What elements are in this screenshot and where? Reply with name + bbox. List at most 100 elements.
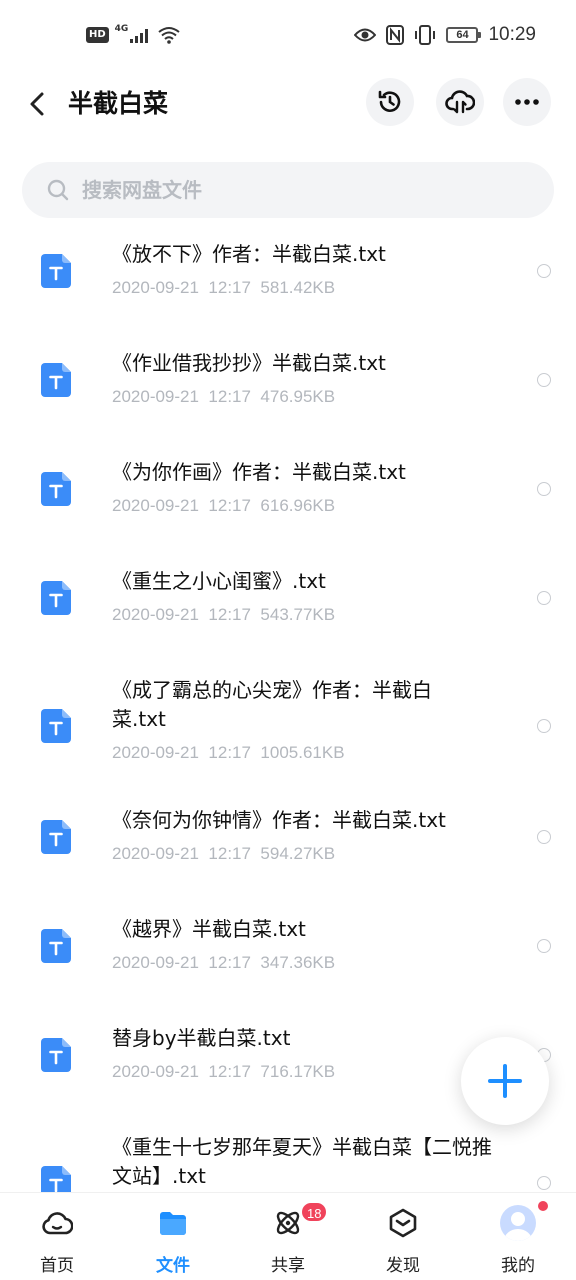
chevron-left-icon bbox=[30, 92, 44, 116]
network-type: 4G bbox=[114, 24, 129, 34]
file-size: 1005.61KB bbox=[260, 743, 345, 762]
file-size: 616.96KB bbox=[260, 496, 336, 515]
tab-files[interactable]: 文件 bbox=[133, 1193, 213, 1280]
select-radio[interactable] bbox=[537, 591, 551, 605]
file-row[interactable]: 《重生之小心闺蜜》.txt 2020-09-21 12:17 543.77KB bbox=[0, 553, 576, 662]
file-name: 《重生之小心闺蜜》.txt bbox=[112, 569, 326, 593]
file-time: 12:17 bbox=[208, 278, 251, 297]
history-icon bbox=[378, 90, 401, 112]
text-file-icon bbox=[41, 363, 71, 397]
select-radio[interactable] bbox=[537, 264, 551, 278]
notification-dot bbox=[538, 1201, 548, 1211]
text-file-icon bbox=[41, 929, 71, 963]
add-button[interactable] bbox=[461, 1037, 549, 1125]
file-name: 《作业借我抄抄》半截白菜.txt bbox=[112, 351, 386, 375]
select-radio[interactable] bbox=[537, 1176, 551, 1190]
file-name: 《奈何为你钟情》作者：半截白菜.txt bbox=[112, 808, 446, 832]
nfc-icon bbox=[386, 25, 405, 45]
discover-icon bbox=[389, 1208, 417, 1238]
search-icon bbox=[47, 179, 69, 201]
folder-icon bbox=[160, 1212, 186, 1235]
file-time: 12:17 bbox=[208, 605, 251, 624]
file-row[interactable]: 《作业借我抄抄》半截白菜.txt 2020-09-21 12:17 476.95… bbox=[0, 335, 576, 444]
share-count-badge: 18 bbox=[300, 1201, 329, 1223]
text-file-icon bbox=[41, 1038, 71, 1072]
file-time: 12:17 bbox=[208, 743, 251, 762]
file-date: 2020-09-21 bbox=[112, 844, 199, 863]
file-size: 594.27KB bbox=[260, 844, 336, 863]
file-date: 2020-09-21 bbox=[112, 387, 199, 406]
file-meta: 2020-09-21 12:17 616.96KB bbox=[112, 496, 335, 516]
page-title: 半截白菜 bbox=[68, 89, 169, 118]
file-time: 12:17 bbox=[208, 953, 251, 972]
user-avatar-icon bbox=[504, 1212, 532, 1241]
text-file-icon bbox=[41, 254, 71, 288]
file-row[interactable]: 《重生十七岁那年夏天》半截白菜【二悦推文站】.txt bbox=[0, 1119, 576, 1192]
file-meta: 2020-09-21 12:17 594.27KB bbox=[112, 844, 335, 864]
text-file-icon bbox=[41, 472, 71, 506]
file-row[interactable]: 《奈何为你钟情》作者：半截白菜.txt 2020-09-21 12:17 594… bbox=[0, 792, 576, 901]
hd-badge: HD bbox=[86, 27, 109, 43]
tab-discover[interactable]: 发现 bbox=[363, 1193, 443, 1280]
search-bar[interactable] bbox=[22, 162, 554, 218]
file-time: 12:17 bbox=[208, 387, 251, 406]
battery-icon: 64 bbox=[446, 27, 482, 43]
more-button[interactable] bbox=[503, 78, 551, 126]
tab-label: 我的 bbox=[501, 1256, 535, 1276]
tab-label: 首页 bbox=[40, 1256, 74, 1276]
select-radio[interactable] bbox=[537, 719, 551, 733]
select-radio[interactable] bbox=[537, 939, 551, 953]
cloud-upload-button[interactable] bbox=[436, 78, 484, 126]
file-size: 476.95KB bbox=[260, 387, 336, 406]
search-input[interactable] bbox=[82, 178, 502, 202]
file-meta: 2020-09-21 12:17 716.17KB bbox=[112, 1062, 335, 1082]
file-row[interactable]: 《越界》半截白菜.txt 2020-09-21 12:17 347.36KB bbox=[0, 901, 576, 1010]
file-name: 《越界》半截白菜.txt bbox=[112, 917, 306, 941]
bottom-tab-bar: 首页 文件 共享 18 发现 我的 bbox=[0, 1192, 576, 1280]
file-date: 2020-09-21 bbox=[112, 605, 199, 624]
file-time: 12:17 bbox=[208, 1062, 251, 1081]
file-date: 2020-09-21 bbox=[112, 496, 199, 515]
text-file-icon bbox=[41, 1166, 71, 1192]
battery-level: 64 bbox=[456, 29, 469, 41]
wifi-icon bbox=[158, 27, 180, 44]
file-meta: 2020-09-21 12:17 347.36KB bbox=[112, 953, 335, 973]
file-date: 2020-09-21 bbox=[112, 953, 199, 972]
tab-label: 发现 bbox=[386, 1256, 420, 1276]
select-radio[interactable] bbox=[537, 482, 551, 496]
status-right: 64 10:29 bbox=[354, 24, 536, 46]
plus-icon bbox=[488, 1064, 522, 1098]
file-row[interactable]: 《放不下》作者：半截白菜.txt 2020-09-21 12:17 581.42… bbox=[0, 226, 576, 335]
file-meta: 2020-09-21 12:17 1005.61KB bbox=[112, 743, 345, 763]
tab-label: 共享 bbox=[271, 1256, 305, 1276]
file-name: 替身by半截白菜.txt bbox=[112, 1026, 291, 1050]
file-name: 《放不下》作者：半截白菜.txt bbox=[112, 242, 386, 266]
text-file-icon bbox=[41, 820, 71, 854]
file-date: 2020-09-21 bbox=[112, 743, 199, 762]
file-size: 347.36KB bbox=[260, 953, 336, 972]
file-size: 716.17KB bbox=[260, 1062, 336, 1081]
select-radio[interactable] bbox=[537, 830, 551, 844]
file-time: 12:17 bbox=[208, 844, 251, 863]
file-meta: 2020-09-21 12:17 476.95KB bbox=[112, 387, 335, 407]
avatar[interactable] bbox=[500, 1205, 536, 1241]
text-file-icon bbox=[41, 581, 71, 615]
status-bar: HD 4G 64 10:29 bbox=[0, 0, 576, 74]
cloud-transfer-icon bbox=[445, 90, 475, 114]
tab-home[interactable]: 首页 bbox=[17, 1193, 97, 1280]
file-name: 《成了霸总的心尖宠》作者：半截白菜.txt bbox=[112, 678, 432, 731]
file-date: 2020-09-21 bbox=[112, 1062, 199, 1081]
file-date: 2020-09-21 bbox=[112, 278, 199, 297]
file-row[interactable]: 《成了霸总的心尖宠》作者：半截白菜.txt 2020-09-21 12:17 1… bbox=[0, 662, 576, 792]
file-meta: 2020-09-21 12:17 543.77KB bbox=[112, 605, 335, 625]
history-button[interactable] bbox=[366, 78, 414, 126]
status-left: HD 4G bbox=[86, 24, 180, 44]
file-name: 《为你作画》作者：半截白菜.txt bbox=[112, 460, 406, 484]
vibrate-icon bbox=[415, 25, 436, 45]
file-time: 12:17 bbox=[208, 496, 251, 515]
select-radio[interactable] bbox=[537, 373, 551, 387]
more-dots-icon bbox=[515, 99, 539, 105]
back-button[interactable] bbox=[20, 86, 56, 122]
file-row[interactable]: 《为你作画》作者：半截白菜.txt 2020-09-21 12:17 616.9… bbox=[0, 444, 576, 553]
file-meta: 2020-09-21 12:17 581.42KB bbox=[112, 278, 335, 298]
